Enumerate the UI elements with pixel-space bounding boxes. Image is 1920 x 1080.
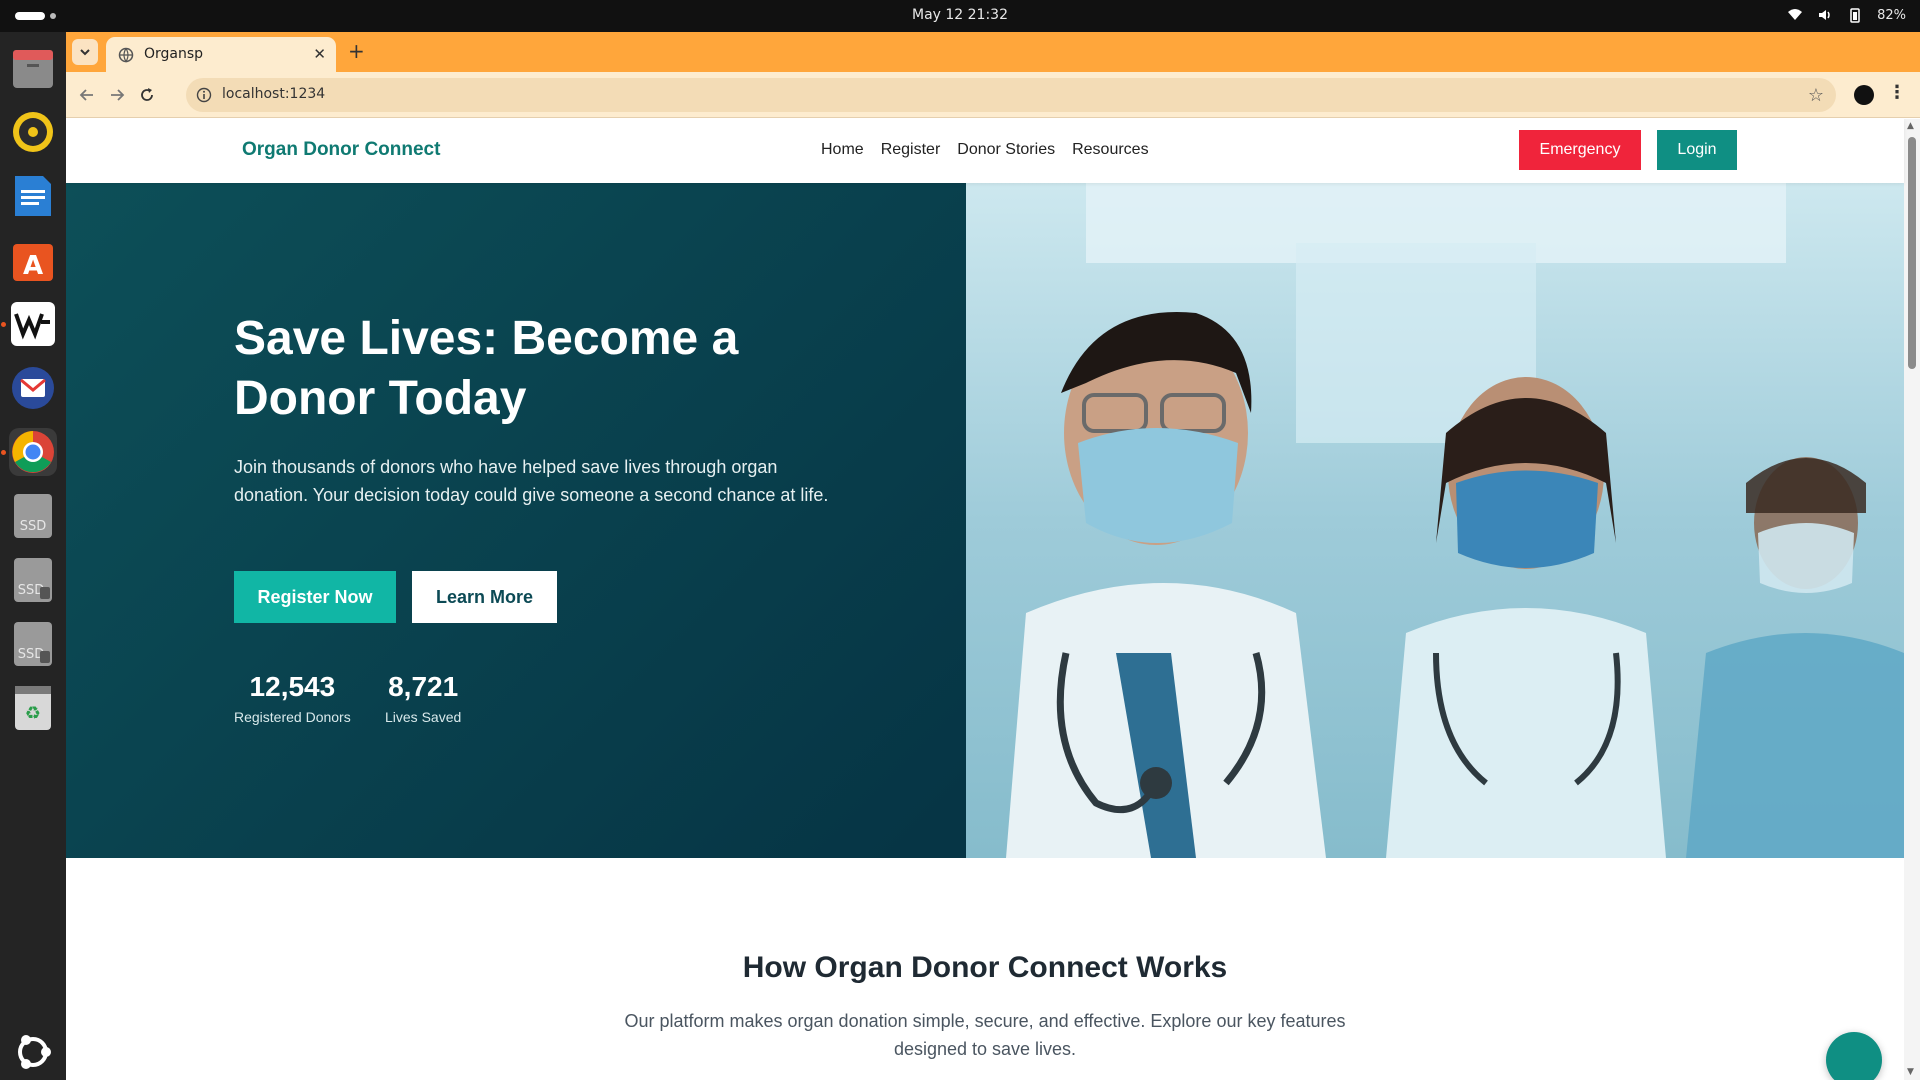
app-center-icon[interactable]: A bbox=[9, 236, 57, 284]
tab-search-button[interactable] bbox=[72, 39, 98, 65]
rhythmbox-icon[interactable] bbox=[9, 108, 57, 156]
hero-title: Save Lives: Become a Donor Today bbox=[234, 312, 739, 425]
stat-label: Registered Donors bbox=[234, 709, 351, 725]
reload-icon bbox=[141, 88, 153, 101]
web-page: Organ Donor Connect Home Register Donor … bbox=[66, 119, 1920, 1080]
nav-home[interactable]: Home bbox=[821, 141, 864, 159]
reload-button[interactable] bbox=[136, 84, 158, 106]
site-brand[interactable]: Organ Donor Connect bbox=[242, 139, 440, 161]
close-tab-icon[interactable]: ✕ bbox=[313, 45, 326, 63]
hero-subtitle: Join thousands of donors who have helped… bbox=[234, 457, 829, 505]
globe-icon bbox=[118, 47, 134, 63]
learn-more-button[interactable]: Learn More bbox=[412, 571, 557, 623]
stat-number: 8,721 bbox=[388, 671, 459, 702]
clock[interactable]: May 12 21:32 bbox=[0, 7, 1920, 23]
site-info-icon[interactable] bbox=[196, 87, 212, 103]
arrow-right-icon bbox=[111, 89, 125, 101]
svg-text:♻: ♻ bbox=[25, 703, 41, 724]
browser-menu-icon[interactable]: ⋮ bbox=[1888, 82, 1906, 103]
volume-icon bbox=[1819, 10, 1830, 20]
nav-register[interactable]: Register bbox=[881, 141, 941, 159]
scrollbar-thumb[interactable] bbox=[1908, 137, 1916, 369]
trash-icon[interactable]: ♻ bbox=[9, 684, 57, 732]
medical-team-illustration bbox=[966, 183, 1904, 858]
ssd-drive-icon-3[interactable]: SSD bbox=[9, 620, 57, 668]
ssd-drive-icon-2[interactable]: SSD bbox=[9, 556, 57, 604]
chrome-icon[interactable] bbox=[1, 428, 57, 476]
ubuntu-icon[interactable] bbox=[9, 1028, 57, 1076]
browser-window: Organsp ✕ + localhost:1234 ☆ ⋮ Organ Don… bbox=[66, 32, 1920, 1080]
wifi-icon bbox=[1788, 9, 1803, 20]
hero-section: Save Lives: Become a Donor Today Join th… bbox=[66, 183, 1904, 858]
mail-icon[interactable] bbox=[9, 364, 57, 412]
svg-text:A: A bbox=[23, 251, 43, 281]
register-now-button[interactable]: Register Now bbox=[234, 571, 396, 623]
stat-lives-saved: 8,721 Lives Saved bbox=[385, 671, 461, 725]
files-icon[interactable] bbox=[9, 46, 57, 94]
browser-toolbar: localhost:1234 ☆ ⋮ bbox=[66, 72, 1920, 118]
emergency-button[interactable]: Emergency bbox=[1519, 130, 1641, 170]
stat-label: Lives Saved bbox=[385, 709, 462, 725]
wps-icon[interactable] bbox=[1, 300, 57, 348]
nav-resources[interactable]: Resources bbox=[1072, 141, 1148, 159]
url-text[interactable]: localhost:1234 bbox=[222, 86, 325, 102]
hero-text: Save Lives: Become a Donor Today Join th… bbox=[234, 309, 854, 509]
tab-strip: Organsp ✕ + bbox=[66, 32, 1920, 72]
system-top-bar: May 12 21:32 82% bbox=[0, 0, 1920, 32]
back-button[interactable] bbox=[76, 84, 98, 106]
site-navbar: Organ Donor Connect Home Register Donor … bbox=[66, 119, 1904, 183]
nav-links: Home Register Donor Stories Resources bbox=[821, 141, 1149, 159]
profile-avatar[interactable] bbox=[1854, 85, 1874, 105]
tab-title: Organsp bbox=[144, 46, 204, 62]
svg-text:SSD: SSD bbox=[20, 519, 47, 534]
ssd-drive-icon[interactable]: SSD bbox=[9, 492, 57, 540]
forward-button[interactable] bbox=[106, 84, 128, 106]
chevron-down-icon bbox=[80, 49, 90, 56]
dock: A SSD SSD SSD ♻ bbox=[0, 32, 66, 1080]
arrow-left-icon bbox=[79, 89, 93, 101]
browser-tab[interactable]: Organsp ✕ bbox=[106, 37, 336, 72]
login-button[interactable]: Login bbox=[1657, 130, 1737, 170]
nav-donor-stories[interactable]: Donor Stories bbox=[957, 141, 1055, 159]
stat-registered-donors: 12,543 Registered Donors bbox=[234, 671, 351, 725]
scroll-up-arrow-icon[interactable]: ▲ bbox=[1907, 121, 1914, 131]
bookmark-star-icon[interactable]: ☆ bbox=[1808, 85, 1824, 106]
page-scrollbar[interactable]: ▲ ▼ bbox=[1904, 119, 1920, 1080]
writer-icon[interactable] bbox=[9, 172, 57, 220]
battery-icon bbox=[1850, 8, 1860, 23]
how-it-works-subtitle: Our platform makes organ donation simple… bbox=[624, 1011, 1346, 1059]
stat-number: 12,543 bbox=[249, 671, 336, 702]
new-tab-button[interactable]: + bbox=[348, 41, 365, 61]
scroll-down-arrow-icon[interactable]: ▼ bbox=[1907, 1067, 1914, 1077]
hero-medical-team-image bbox=[966, 183, 1904, 858]
battery-percent: 82% bbox=[1877, 7, 1906, 23]
how-it-works-title: How Organ Donor Connect Works bbox=[742, 951, 1228, 984]
address-bar[interactable]: localhost:1234 ☆ bbox=[186, 78, 1836, 112]
system-tray[interactable]: 82% bbox=[1787, 7, 1906, 23]
chat-fab-button[interactable] bbox=[1826, 1032, 1882, 1080]
